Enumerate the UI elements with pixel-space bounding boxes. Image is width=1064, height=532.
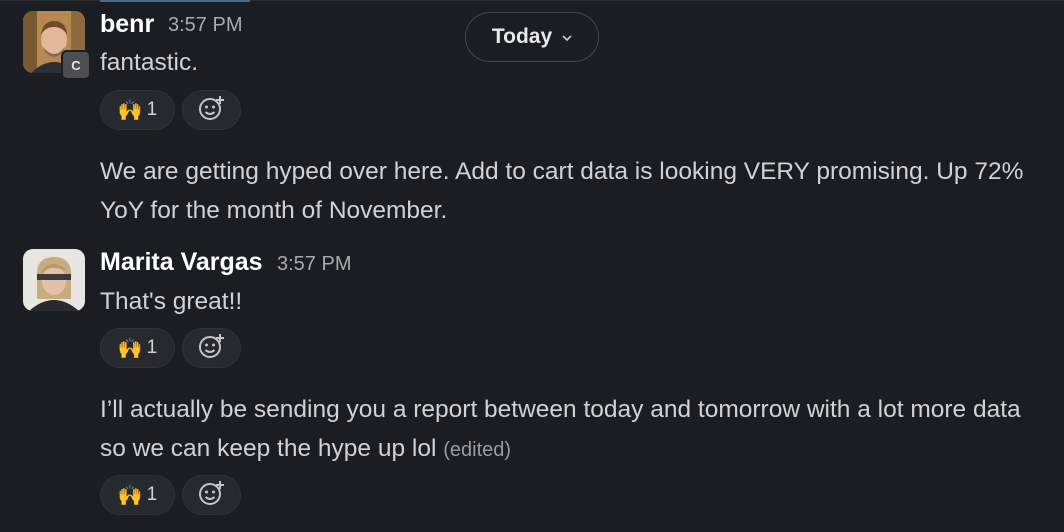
- reaction-pill[interactable]: 🙌 1: [100, 90, 175, 130]
- author-name[interactable]: benr: [100, 10, 154, 39]
- badge-letter: C: [71, 57, 81, 73]
- reaction-pill[interactable]: 🙌 1: [100, 475, 175, 515]
- edited-label: (edited): [443, 439, 512, 461]
- add-reaction-icon: [197, 94, 227, 127]
- message-body: I’ll actually be sending you a report be…: [100, 396, 1021, 462]
- message-timestamp[interactable]: 3:57 PM: [277, 253, 351, 276]
- message-timestamp[interactable]: 3:57 PM: [168, 14, 242, 37]
- add-reaction-button[interactable]: [182, 475, 241, 515]
- avatar-marita-vargas[interactable]: [23, 249, 85, 311]
- reaction-count: 1: [146, 337, 158, 358]
- raised-hands-icon: 🙌: [117, 337, 143, 360]
- raised-hands-icon: 🙌: [117, 99, 143, 122]
- message-text: We are getting hyped over here. Add to c…: [100, 158, 1024, 224]
- author-name[interactable]: Marita Vargas: [100, 248, 263, 277]
- raised-hands-icon: 🙌: [117, 484, 143, 507]
- message-text: fantastic.: [100, 49, 199, 76]
- reaction-count: 1: [146, 484, 158, 505]
- add-reaction-icon: [197, 479, 227, 512]
- reaction-count: 1: [146, 99, 158, 120]
- status-badge: C: [61, 50, 91, 80]
- add-reaction-button[interactable]: [182, 328, 241, 368]
- scroll-accent: [100, 0, 250, 2]
- message-text: I’ll actually be sending you a report be…: [100, 390, 1040, 470]
- reaction-pill[interactable]: 🙌 1: [100, 328, 175, 368]
- add-reaction-icon: [197, 332, 227, 365]
- add-reaction-button[interactable]: [182, 90, 241, 130]
- message-text: That's great!!: [100, 288, 243, 315]
